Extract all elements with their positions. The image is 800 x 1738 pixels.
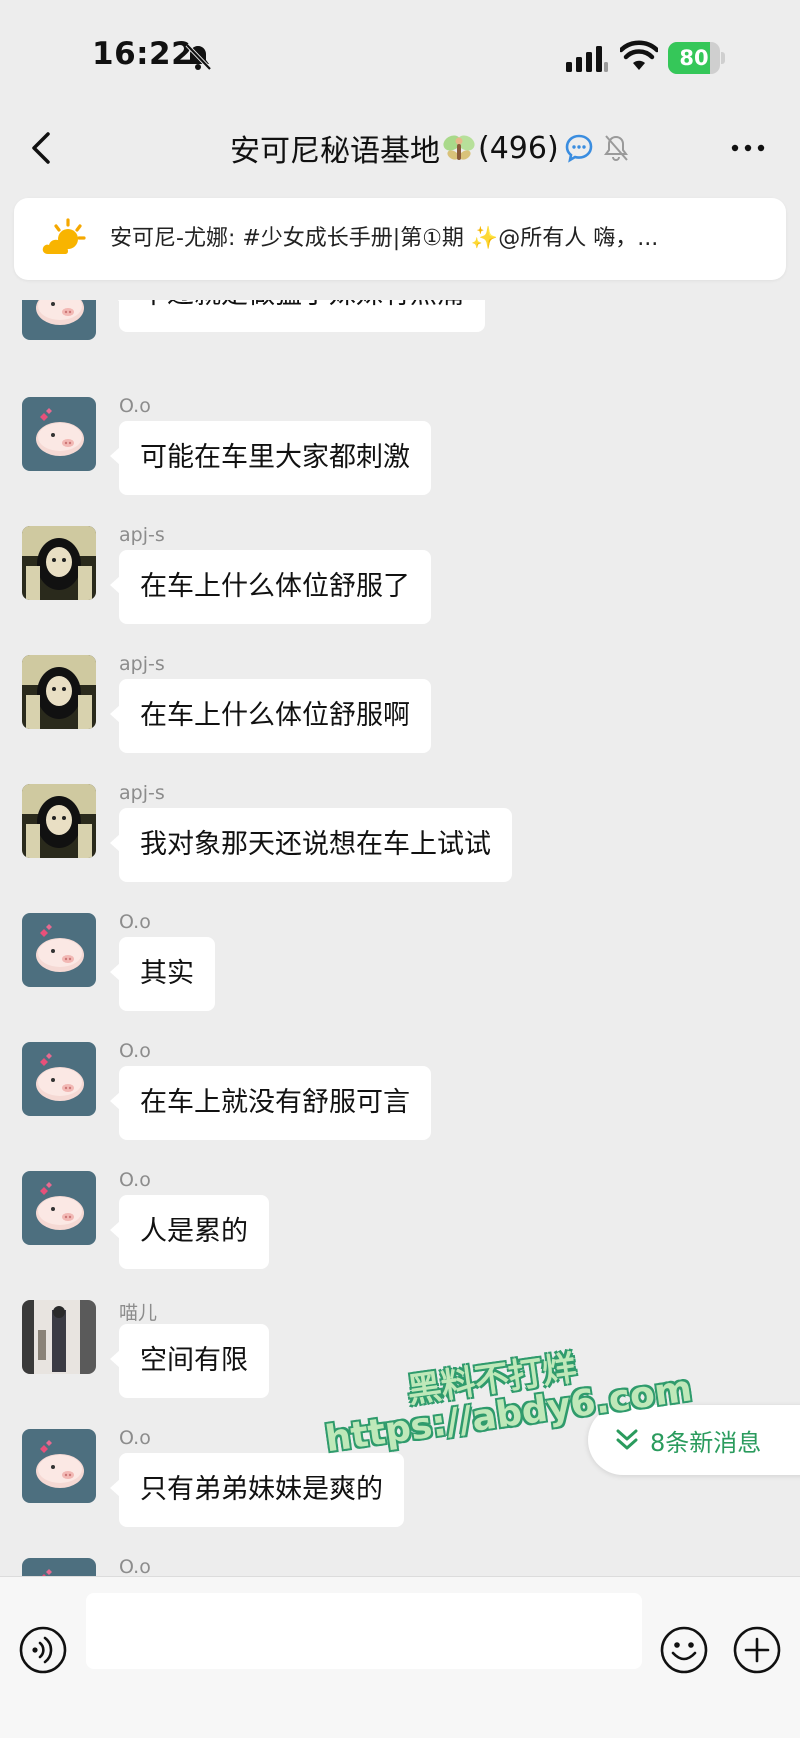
message-bubble[interactable]: 在车上什么体位舒服了: [110, 550, 431, 624]
new-messages-label: 8条新消息: [650, 1428, 762, 1457]
message-bubble[interactable]: 在车上就没有舒服可言: [110, 1066, 431, 1140]
group-name: 安可尼秘语基地: [230, 134, 440, 169]
message-bubble[interactable]: 不过就是做猛了妹妹有点痛: [110, 300, 485, 332]
emoji-button[interactable]: [659, 1625, 709, 1675]
message-row: O.o: [0, 1556, 800, 1576]
sender-avatar[interactable]: [22, 1300, 96, 1374]
message-row: O.o 在车上就没有舒服可言: [0, 1040, 800, 1169]
member-count: (496): [478, 130, 559, 166]
message-row: apj-s 我对象那天还说想在车上试试: [0, 782, 800, 911]
message-bubble[interactable]: 只有弟弟妹妹是爽的: [110, 1453, 404, 1527]
chat-header: 安可尼秘语基地 (496): [0, 110, 800, 186]
message-bubble[interactable]: 空间有限: [110, 1324, 269, 1398]
message-row: apj-s 在车上什么体位舒服了: [0, 524, 800, 653]
message-list[interactable]: 不过就是做猛了妹妹有点痛 O.o 可能在车里大家都刺激 apj-s 在车上什么体位舒服了…: [0, 300, 800, 1576]
message-input[interactable]: [86, 1593, 642, 1669]
chat-bubble-icon: [565, 134, 592, 163]
sender-avatar[interactable]: [22, 913, 96, 987]
sender-name: O.o: [119, 1169, 151, 1191]
message-row: apj-s 在车上什么体位舒服啊: [0, 653, 800, 782]
mute-icon: [603, 135, 628, 161]
pinned-announcement[interactable]: 安可尼-尤娜: #少女成长手册|第①期 ✨@所有人 嗨，...: [14, 198, 786, 280]
more-options-button[interactable]: [728, 130, 768, 166]
bell-off-icon: [185, 43, 212, 71]
wifi-icon: [620, 40, 658, 70]
sender-name: apj-s: [119, 524, 165, 546]
double-chevron-down-icon: [616, 1429, 638, 1450]
message-row: 不过就是做猛了妹妹有点痛: [0, 300, 800, 395]
sender-name: O.o: [119, 1556, 151, 1576]
sender-name: O.o: [119, 911, 151, 933]
pinned-text: 安可尼-尤娜: #少女成长手册|第①期 ✨@所有人 嗨，...: [110, 226, 659, 251]
status-time: 16:22: [92, 36, 194, 72]
sender-avatar[interactable]: [22, 655, 96, 729]
message-row: O.o 人是累的: [0, 1169, 800, 1298]
message-bubble[interactable]: 其实: [110, 937, 215, 1011]
message-row: O.o 其实: [0, 911, 800, 1040]
sun-cloud-icon: [42, 218, 86, 254]
chat-screen: 16:22 80 安可尼秘语基地 (496) 安可尼-尤娜: #少女成长手册|第…: [0, 0, 800, 1738]
sender-avatar[interactable]: [22, 784, 96, 858]
sender-name: apj-s: [119, 653, 165, 675]
sender-avatar[interactable]: [22, 1171, 96, 1245]
status-bar: 16:22 80: [0, 0, 800, 110]
input-bar: [0, 1576, 800, 1738]
signal-icon: [566, 46, 608, 72]
battery-indicator: 80: [668, 42, 725, 74]
message-row: O.o 可能在车里大家都刺激: [0, 395, 800, 524]
sender-avatar[interactable]: [22, 300, 96, 340]
sender-avatar[interactable]: [22, 1042, 96, 1116]
group-title[interactable]: 安可尼秘语基地 (496): [230, 128, 629, 169]
sender-avatar[interactable]: [22, 1558, 96, 1576]
back-button[interactable]: [22, 124, 62, 172]
message-bubble[interactable]: 人是累的: [110, 1195, 269, 1269]
message-bubble[interactable]: 我对象那天还说想在车上试试: [110, 808, 512, 882]
sender-name: 喵儿: [119, 1302, 158, 1324]
sender-name: apj-s: [119, 782, 165, 804]
sender-name: O.o: [119, 1427, 151, 1449]
message-bubble[interactable]: 在车上什么体位舒服啊: [110, 679, 431, 753]
sender-name: O.o: [119, 1040, 151, 1062]
sender-avatar[interactable]: [22, 526, 96, 600]
sender-avatar[interactable]: [22, 1429, 96, 1503]
sender-name: O.o: [119, 395, 151, 417]
fairy-icon: [443, 135, 475, 160]
battery-level: 80: [679, 46, 709, 70]
new-messages-button[interactable]: 8条新消息: [588, 1405, 800, 1475]
voice-button[interactable]: [18, 1625, 68, 1675]
message-bubble[interactable]: 可能在车里大家都刺激: [110, 421, 431, 495]
plus-button[interactable]: [732, 1625, 782, 1675]
sender-avatar[interactable]: [22, 397, 96, 471]
